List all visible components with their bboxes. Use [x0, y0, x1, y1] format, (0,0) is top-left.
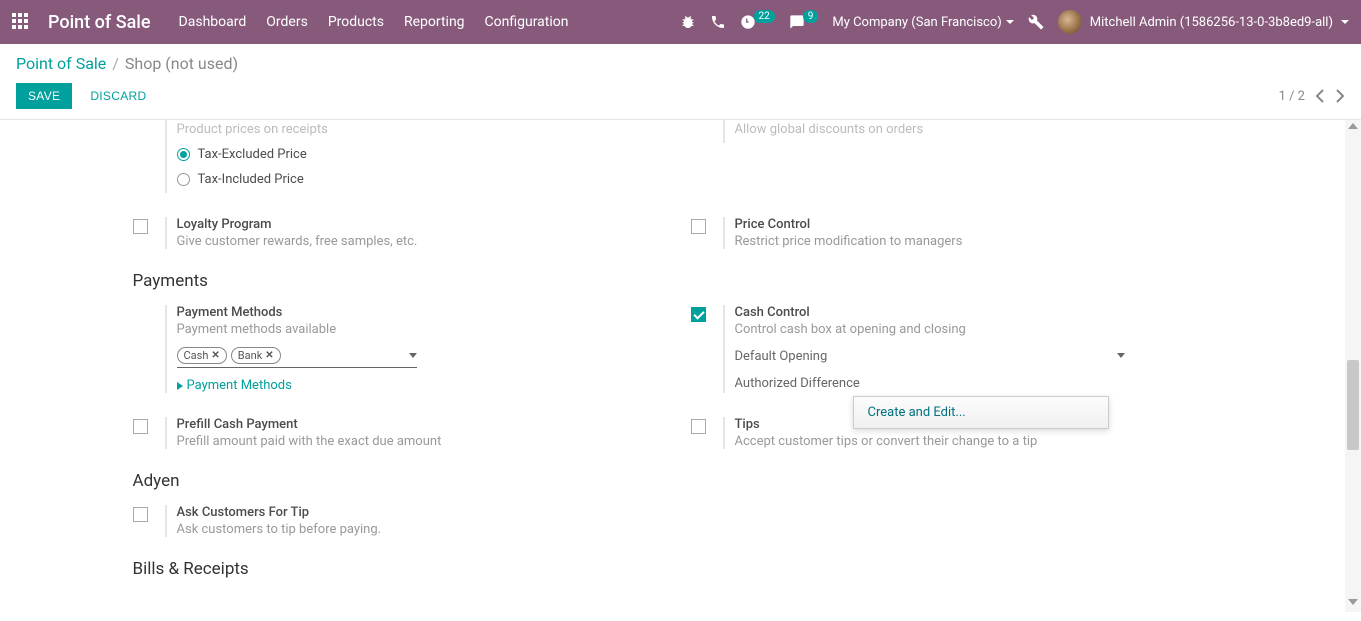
nav-dashboard[interactable]: Dashboard [179, 14, 247, 30]
section-bills-receipts: Bills & Receipts [133, 559, 1213, 579]
loyalty-desc: Give customer rewards, free samples, etc… [177, 234, 655, 249]
vertical-scrollbar[interactable] [1345, 120, 1361, 612]
pager-text[interactable]: 1 / 2 [1279, 89, 1305, 104]
radio-icon [177, 148, 190, 161]
tag-remove-icon[interactable]: ✕ [211, 350, 219, 361]
payment-methods-field[interactable]: Cash✕ Bank✕ [177, 347, 417, 368]
pager-next[interactable] [1335, 88, 1345, 104]
loyalty-title: Loyalty Program [177, 217, 655, 232]
checkbox-ask-tip[interactable] [133, 507, 148, 522]
checkbox-loyalty[interactable] [133, 219, 148, 234]
breadcrumb-root[interactable]: Point of Sale [16, 54, 106, 73]
link-label: Payment Methods [187, 378, 292, 393]
radio-icon [177, 173, 190, 186]
tag-remove-icon[interactable]: ✕ [265, 350, 273, 361]
setting-payment-methods: Payment Methods Payment methods availabl… [133, 297, 655, 401]
breadcrumb-current: Shop (not used) [125, 54, 238, 73]
field-default-opening: Default Opening [735, 349, 1213, 364]
nav-reporting[interactable]: Reporting [404, 14, 465, 30]
ask-tip-desc: Ask customers to tip before paying. [177, 522, 655, 537]
chat-badge[interactable]: 9 [789, 14, 819, 30]
breadcrumb-sep: / [112, 54, 119, 73]
discard-button[interactable]: DISCARD [78, 83, 158, 109]
scroll-up-icon[interactable] [1348, 123, 1358, 133]
tips-desc: Accept customer tips or convert their ch… [735, 434, 1213, 449]
bug-icon[interactable] [680, 14, 696, 30]
price-control-desc: Restrict price modification to managers [735, 234, 1213, 249]
pager-prev[interactable] [1315, 88, 1325, 104]
setting-ask-tip: Ask Customers For Tip Ask customers to t… [133, 497, 655, 545]
nav-right: 22 9 My Company (San Francisco) Mitchell… [680, 10, 1350, 34]
company-switcher[interactable]: My Company (San Francisco) [832, 15, 1013, 30]
save-button[interactable]: SAVE [16, 83, 72, 109]
authorized-difference-label: Authorized Difference [735, 376, 885, 391]
radio-label: Tax-Excluded Price [198, 147, 307, 162]
prefill-title: Prefill Cash Payment [177, 417, 655, 432]
radio-label: Tax-Included Price [198, 172, 304, 187]
checkbox-prefill-cash[interactable] [133, 419, 148, 434]
phone-icon[interactable] [710, 14, 726, 30]
setting-cash-control: Cash Control Control cash box at opening… [691, 297, 1213, 401]
setting-loyalty: Loyalty Program Give customer rewards, f… [133, 209, 655, 257]
app-brand[interactable]: Point of Sale [48, 12, 151, 33]
top-navbar: Point of Sale Dashboard Orders Products … [0, 0, 1361, 44]
default-opening-label: Default Opening [735, 349, 885, 364]
payment-methods-title: Payment Methods [177, 305, 655, 320]
ask-tip-title: Ask Customers For Tip [177, 505, 655, 520]
radio-tax-excluded[interactable]: Tax-Excluded Price [177, 147, 655, 162]
content-area: Product prices on receipts Tax-Excluded … [0, 120, 1361, 612]
payment-methods-link[interactable]: Payment Methods [177, 378, 655, 393]
chevron-down-icon [1006, 20, 1014, 24]
prefill-desc: Prefill amount paid with the exact due a… [177, 434, 655, 449]
section-adyen: Adyen [133, 471, 1213, 491]
tag-label: Cash [184, 349, 209, 362]
section-payments: Payments [133, 271, 1213, 291]
action-bar: SAVE DISCARD 1 / 2 [0, 77, 1361, 120]
cash-control-desc: Control cash box at opening and closing [735, 322, 1213, 337]
clock-badge[interactable]: 22 [740, 14, 775, 30]
nav-orders[interactable]: Orders [266, 14, 308, 30]
create-edit-popup: Create and Edit... [853, 396, 1109, 429]
checkbox-tips[interactable] [691, 419, 706, 434]
checkbox-price-control[interactable] [691, 219, 706, 234]
nav-products[interactable]: Products [328, 14, 384, 30]
chat-badge-count: 9 [803, 10, 819, 23]
nav-configuration[interactable]: Configuration [485, 14, 569, 30]
tag-bank: Bank✕ [231, 347, 281, 364]
checkbox-cash-control[interactable] [691, 307, 706, 322]
user-menu[interactable]: Mitchell Admin (1586256-13-0-3b8ed9-all) [1058, 10, 1349, 34]
breadcrumb: Point of Sale / Shop (not used) [0, 44, 1361, 77]
scroll-thumb[interactable] [1347, 360, 1359, 450]
pager: 1 / 2 [1279, 88, 1345, 104]
radio-tax-included[interactable]: Tax-Included Price [177, 172, 655, 187]
setting-prefill-cash: Prefill Cash Payment Prefill amount paid… [133, 409, 655, 457]
price-control-title: Price Control [735, 217, 1213, 232]
wrench-icon[interactable] [1028, 14, 1044, 30]
tag-cash: Cash✕ [177, 347, 227, 364]
field-authorized-difference: Authorized Difference Create and Edit... [735, 376, 1213, 391]
tag-label: Bank [238, 349, 263, 362]
avatar [1058, 10, 1082, 34]
payment-methods-desc: Payment methods available [177, 322, 655, 337]
clock-badge-count: 22 [754, 10, 775, 23]
create-and-edit-option[interactable]: Create and Edit... [854, 397, 1108, 428]
cash-control-title: Cash Control [735, 305, 1213, 320]
chevron-down-icon[interactable] [409, 353, 417, 358]
product-prices-desc: Product prices on receipts [177, 122, 655, 137]
nav-menu: Dashboard Orders Products Reporting Conf… [179, 14, 569, 30]
default-opening-dropdown[interactable] [885, 353, 1125, 361]
company-name: My Company (San Francisco) [832, 15, 1001, 30]
user-name: Mitchell Admin (1586256-13-0-3b8ed9-all) [1090, 15, 1333, 30]
setting-price-control: Price Control Restrict price modificatio… [691, 209, 1213, 257]
chevron-down-icon [1117, 353, 1125, 358]
scroll-down-icon[interactable] [1348, 599, 1358, 609]
chevron-down-icon [1341, 20, 1349, 24]
global-discounts-desc: Allow global discounts on orders [735, 122, 1213, 137]
arrow-right-icon [177, 382, 183, 390]
apps-icon[interactable] [12, 13, 30, 31]
